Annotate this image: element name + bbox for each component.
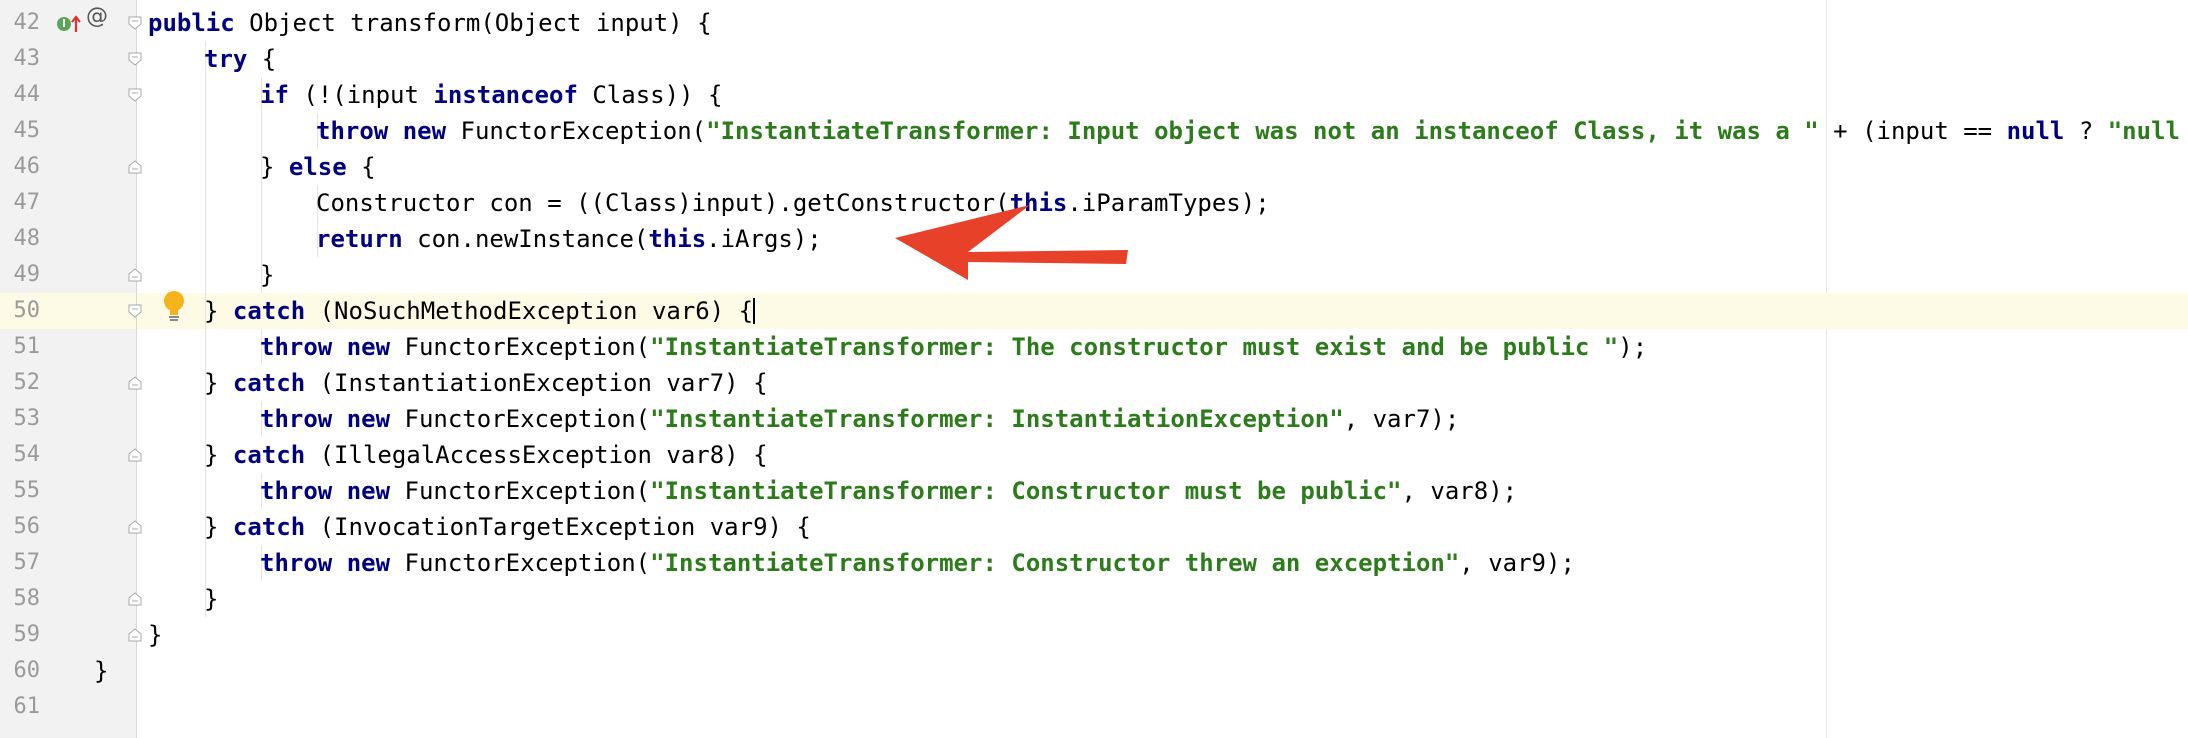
code-editor[interactable]: 42 public Object transform(Object input) … [0,0,2188,738]
red-arrow-icon [895,205,1128,280]
